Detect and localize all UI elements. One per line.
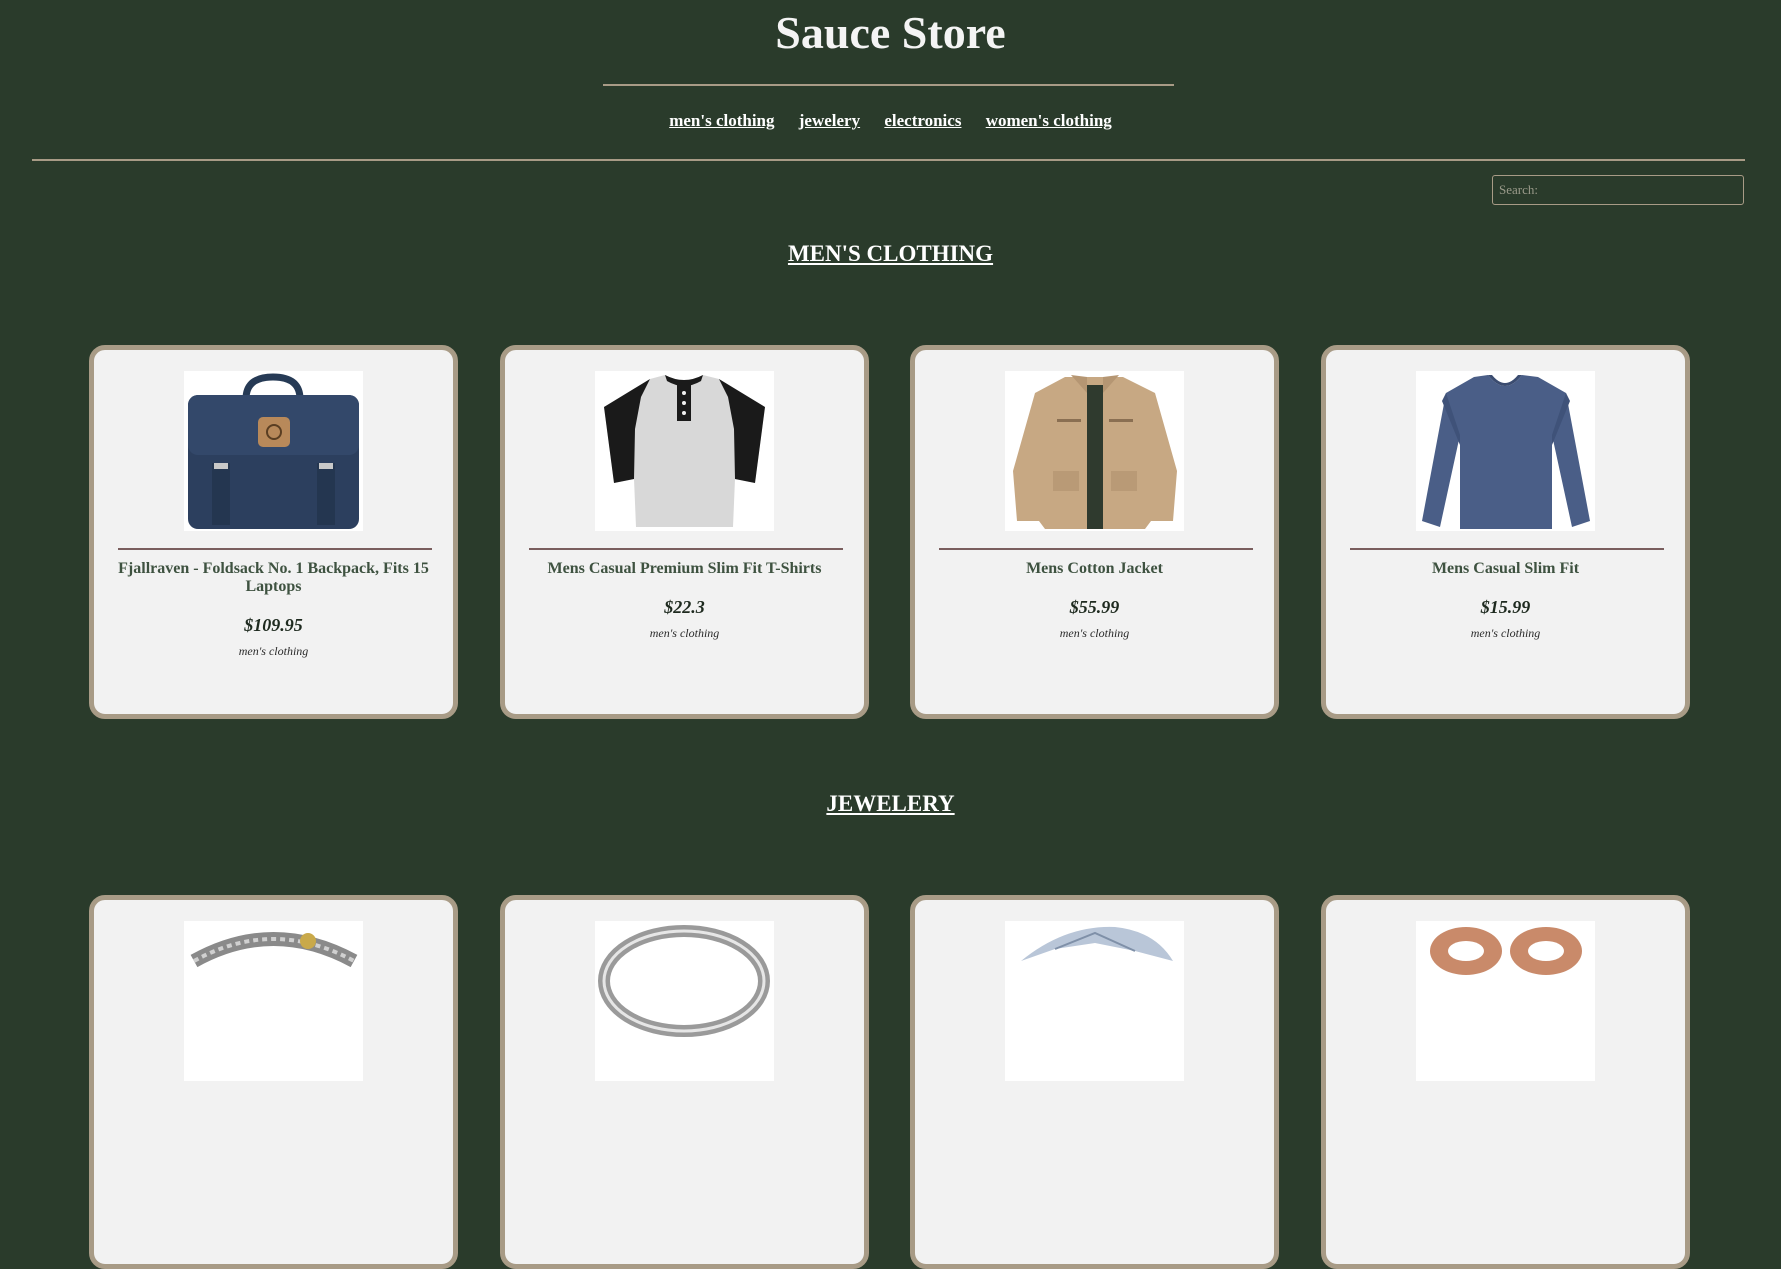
bracelet-image xyxy=(184,921,363,1081)
earrings-image xyxy=(1416,921,1595,1081)
tshirt-image xyxy=(595,371,774,531)
product-price: $22.3 xyxy=(664,597,705,617)
site-title: Sauce Store xyxy=(775,7,1006,58)
product-name[interactable]: Fjallraven - Foldsack No. 1 Backpack, Fi… xyxy=(114,560,433,596)
product-category: men's clothing xyxy=(1470,626,1541,640)
nav-divider xyxy=(32,159,1745,161)
product-price: $55.99 xyxy=(1069,597,1120,617)
section-heading-mens-clothing[interactable]: MEN'S CLOTHING xyxy=(0,241,1781,267)
category-nav: men's clothing jewelery electronics wome… xyxy=(0,111,1781,131)
product-card[interactable]: Mens Casual Slim Fit $15.99 men's clothi… xyxy=(1321,345,1690,719)
product-card[interactable] xyxy=(1321,895,1690,1269)
product-category: men's clothing xyxy=(649,626,720,640)
product-name[interactable]: Mens Cotton Jacket xyxy=(935,560,1254,578)
product-price: $109.95 xyxy=(244,615,303,635)
product-card[interactable]: Mens Casual Premium Slim Fit T-Shirts $2… xyxy=(500,345,869,719)
diamond-ring-image xyxy=(1005,921,1184,1081)
card-divider xyxy=(1350,548,1664,550)
nav-link-jewelery[interactable]: jewelery xyxy=(799,111,860,130)
jacket-image xyxy=(1005,371,1184,531)
product-name[interactable]: Mens Casual Slim Fit xyxy=(1346,560,1665,578)
card-divider xyxy=(529,548,843,550)
product-card[interactable] xyxy=(910,895,1279,1269)
title-divider xyxy=(603,84,1174,86)
product-card[interactable]: Mens Cotton Jacket $55.99 men's clothing xyxy=(910,345,1279,719)
product-card[interactable] xyxy=(500,895,869,1269)
card-divider xyxy=(118,548,432,550)
backpack-image xyxy=(184,371,363,531)
card-divider xyxy=(939,548,1253,550)
longsleeve-image xyxy=(1416,371,1595,531)
product-name[interactable]: Mens Casual Premium Slim Fit T-Shirts xyxy=(525,560,844,578)
product-price: $15.99 xyxy=(1480,597,1531,617)
section-heading-jewelery[interactable]: JEWELERY xyxy=(0,791,1781,817)
search-input[interactable] xyxy=(1492,175,1744,205)
product-card[interactable]: Fjallraven - Foldsack No. 1 Backpack, Fi… xyxy=(89,345,458,719)
ring-image xyxy=(595,921,774,1081)
nav-link-womens-clothing[interactable]: women's clothing xyxy=(986,111,1112,130)
product-card[interactable] xyxy=(89,895,458,1269)
nav-link-electronics[interactable]: electronics xyxy=(884,111,961,130)
product-category: men's clothing xyxy=(238,644,309,658)
nav-link-mens-clothing[interactable]: men's clothing xyxy=(669,111,774,130)
product-category: men's clothing xyxy=(1059,626,1130,640)
